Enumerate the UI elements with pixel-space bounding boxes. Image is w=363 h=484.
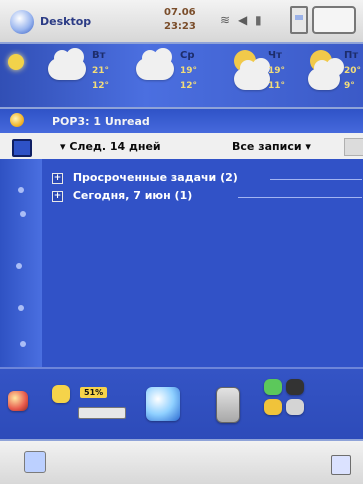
task-group-label: Сегодня, 7 июн (1): [72, 189, 193, 202]
mail-notification[interactable]: POP3: 1 Unread: [0, 109, 363, 134]
close-icon[interactable]: [312, 6, 356, 34]
weather-day-name: Вт: [92, 50, 106, 61]
divider-line: [238, 197, 362, 198]
mail-status-text: POP3: 1 Unread: [52, 115, 150, 128]
tasks-range-dropdown[interactable]: ▾ След. 14 дней: [60, 140, 161, 153]
launcher-bar: 51%: [0, 367, 363, 441]
battery-bar: [78, 407, 126, 419]
divider-line: [270, 179, 362, 180]
mail-icon: [10, 113, 24, 127]
status-date: 07.06: [164, 7, 196, 18]
start-menu-icon[interactable]: [10, 10, 34, 34]
cloud-icon: [308, 58, 344, 90]
expand-icon[interactable]: +: [52, 190, 63, 202]
weather-day-low: 12°: [180, 81, 198, 91]
rail-dot: [18, 305, 24, 311]
left-rail: [0, 159, 44, 367]
weather-day[interactable]: Пт 20° 9°: [306, 50, 363, 104]
weather-day-low: 11°: [268, 81, 286, 91]
tasks-filter-dropdown[interactable]: Все записи ▾: [232, 140, 311, 153]
app-icon[interactable]: [286, 399, 304, 415]
cloud-icon: [48, 48, 86, 80]
app-icon[interactable]: [264, 379, 282, 395]
status-time: 23:23: [164, 21, 196, 32]
cloud-icon: [136, 48, 174, 80]
status-bar: Desktop 07.06 23:23 ≋ ◀ ▮: [0, 0, 363, 44]
weather-day-high: 21°: [92, 66, 110, 76]
weather-day[interactable]: Ср 19° 12°: [136, 48, 206, 104]
rail-dot: [18, 187, 24, 193]
battery-icon[interactable]: [290, 6, 308, 34]
weather-day-low: 9°: [344, 81, 355, 91]
app-title: Desktop: [40, 15, 92, 28]
weather-day-high: 19°: [180, 66, 198, 76]
keyboard-icon[interactable]: [24, 451, 46, 473]
search-icon[interactable]: [146, 387, 180, 421]
speaker-icon[interactable]: ◀: [238, 13, 247, 27]
weather-strip: Вт 21° 12° Ср 19° 12° Чт 19° 11° Пт 20° …: [0, 44, 363, 109]
rail-dot: [16, 263, 22, 269]
weather-day-name: Ср: [180, 50, 195, 61]
battery-percent: 51%: [80, 387, 108, 398]
bottom-bar: [0, 439, 363, 484]
rail-dot: [20, 211, 26, 217]
expand-icon[interactable]: +: [52, 172, 63, 184]
cloud-icon: [234, 58, 270, 90]
app-icon[interactable]: [286, 379, 304, 395]
weather-day-low: 12°: [92, 81, 110, 91]
wifi-icon[interactable]: ≋: [220, 13, 230, 27]
weather-day-high: 19°: [268, 66, 286, 76]
tasks-header: ▾ След. 14 дней Все записи ▾: [0, 133, 363, 161]
header-button[interactable]: [344, 138, 363, 156]
battery-widget-icon[interactable]: [52, 385, 70, 403]
task-group-label: Просроченные задачи (2): [72, 171, 238, 184]
calculator-icon[interactable]: [216, 387, 240, 423]
tasks-list: + Просроченные задачи (2) + Сегодня, 7 и…: [42, 159, 363, 367]
app-icon[interactable]: [8, 391, 28, 411]
task-group[interactable]: + Сегодня, 7 июн (1): [52, 189, 192, 202]
connectivity-icon[interactable]: ▮: [255, 13, 262, 27]
weather-day[interactable]: Чт 19° 11°: [224, 50, 294, 104]
sun-icon: [8, 54, 24, 70]
pda-screen: Desktop 07.06 23:23 ≋ ◀ ▮ Вт 21° 12° Ср …: [0, 0, 363, 484]
weather-day-high: 20°: [344, 66, 362, 76]
app-icon[interactable]: [264, 399, 282, 415]
weather-day[interactable]: Вт 21° 12°: [48, 48, 118, 104]
tasks-icon[interactable]: [12, 139, 32, 157]
weather-day-name: Пт: [344, 50, 359, 61]
rail-dot: [20, 341, 26, 347]
task-group[interactable]: + Просроченные задачи (2): [52, 171, 238, 184]
weather-day-name: Чт: [268, 50, 282, 61]
menu-icon[interactable]: [331, 455, 351, 475]
